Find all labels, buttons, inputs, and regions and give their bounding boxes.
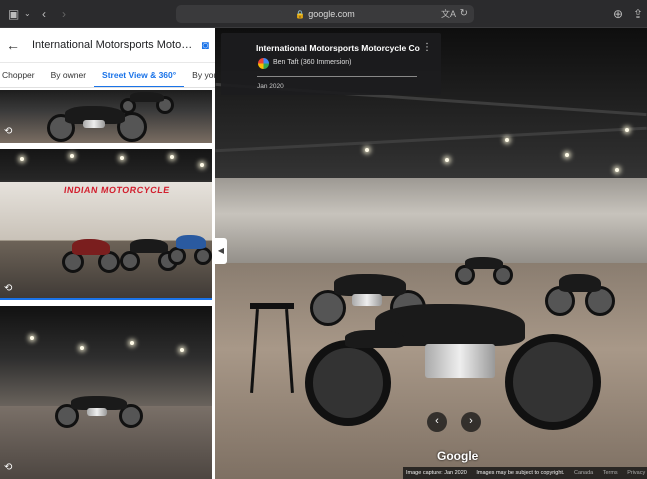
chevron-down-icon[interactable]: ⌄ bbox=[24, 7, 31, 21]
collapse-panel-button[interactable]: ◀ bbox=[215, 238, 227, 264]
street-view-canvas[interactable]: International Motorsports Motorcycle Co … bbox=[215, 28, 647, 479]
previous-photo-button[interactable]: ‹ bbox=[427, 412, 447, 432]
back-icon[interactable]: ‹ bbox=[42, 7, 46, 21]
next-photo-button[interactable]: › bbox=[461, 412, 481, 432]
place-info-card: International Motorsports Motorcycle Co … bbox=[221, 33, 441, 95]
tab-by-owner[interactable]: By owner bbox=[43, 63, 94, 87]
stool-image bbox=[250, 303, 294, 394]
thumbnail-list: ⟲ INDIAN MOTORCYCLE ⟲ ⟲ bbox=[0, 90, 212, 479]
panel-title: International Motorsports Motorcycle Co bbox=[32, 39, 193, 51]
capture-date: Jan 2020 bbox=[257, 83, 284, 90]
author-name[interactable]: Ben Taft (360 Immersion) bbox=[273, 59, 351, 66]
thumbnail-photo[interactable]: ⟲ bbox=[0, 90, 212, 146]
place-name: International Motorsports Motorcycle Co bbox=[256, 43, 420, 53]
back-arrow-icon[interactable]: ← bbox=[6, 37, 22, 53]
copyright-text: Images may be subject to copyright. bbox=[476, 470, 565, 476]
thumbnail-photo-selected[interactable]: INDIAN MOTORCYCLE ⟲ bbox=[0, 149, 212, 303]
lock-icon: 🔒 bbox=[295, 10, 306, 19]
privacy-link[interactable]: Privacy bbox=[627, 470, 645, 476]
tab-street-view[interactable]: Street View & 360° bbox=[94, 63, 185, 87]
sidebar-icon[interactable]: ▣ bbox=[8, 7, 19, 21]
divider bbox=[257, 76, 417, 77]
url-text: google.com bbox=[308, 9, 355, 19]
author-avatar[interactable] bbox=[258, 58, 269, 69]
indian-motorcycle-sign: INDIAN MOTORCYCLE bbox=[63, 185, 171, 195]
panorama-360-icon: ⟲ bbox=[4, 283, 13, 294]
add-photo-icon[interactable]: ◙ bbox=[193, 38, 209, 52]
motorcycle-image bbox=[55, 394, 145, 428]
image-capture-text: Image capture: Jan 2020 bbox=[406, 470, 467, 476]
tab-chopper[interactable]: Chopper bbox=[0, 63, 43, 87]
panorama-360-icon: ⟲ bbox=[4, 462, 13, 473]
panel-header: ← International Motorsports Motorcycle C… bbox=[0, 28, 215, 63]
google-logo: Google bbox=[437, 449, 479, 463]
terms-link[interactable]: Terms bbox=[603, 470, 618, 476]
photos-panel: ← International Motorsports Motorcycle C… bbox=[0, 28, 215, 479]
address-bar[interactable]: 🔒 google.com 文A ↻ bbox=[176, 5, 474, 23]
selected-indicator bbox=[0, 298, 212, 300]
tab-by-you[interactable]: By you bbox=[184, 63, 215, 87]
forward-icon[interactable]: › bbox=[62, 7, 66, 21]
motorcycle-image bbox=[118, 90, 178, 115]
translate-icon[interactable]: 文A bbox=[441, 5, 456, 23]
hero-motorcycle-image bbox=[305, 300, 605, 430]
motorcycle-image bbox=[62, 231, 122, 273]
reload-icon[interactable]: ↻ bbox=[460, 5, 468, 23]
download-icon[interactable]: ⊕ bbox=[613, 7, 623, 21]
browser-toolbar: ▣ ⌄ ‹ › 🔒 google.com 文A ↻ ⊕ ⇪ bbox=[0, 0, 647, 28]
motorcycle-image bbox=[455, 253, 515, 287]
photo-tabs: Chopper By owner Street View & 360° By y… bbox=[0, 63, 215, 88]
panorama-360-icon: ⟲ bbox=[4, 126, 13, 137]
more-options-icon[interactable]: ⋮ bbox=[422, 42, 432, 53]
thumbnail-photo[interactable]: ⟲ bbox=[0, 306, 212, 479]
country-link[interactable]: Canada bbox=[574, 470, 593, 476]
attribution-footer: Image capture: Jan 2020 Images may be su… bbox=[403, 467, 647, 479]
share-icon[interactable]: ⇪ bbox=[633, 7, 643, 21]
motorcycle-image bbox=[168, 227, 212, 267]
